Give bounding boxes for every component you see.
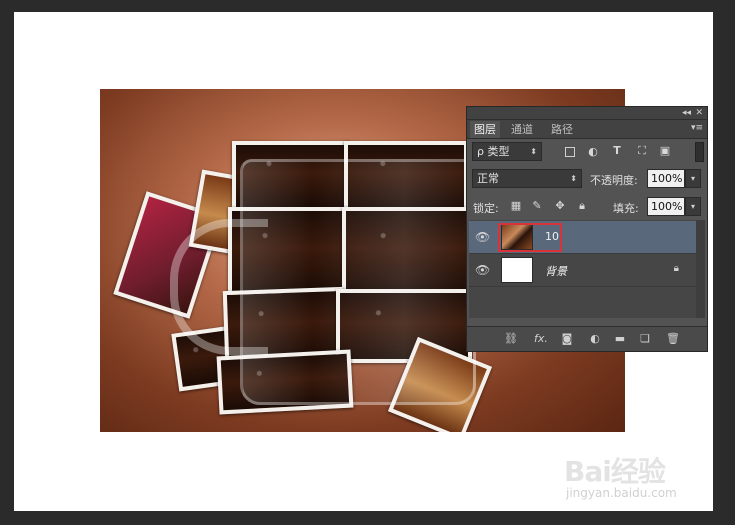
updown-arrow-icon: ⬍: [530, 147, 537, 156]
panel-titlebar: ◂◂ ✕: [467, 107, 707, 120]
tab-layers[interactable]: 图层: [470, 121, 500, 138]
updown-arrow-icon: ⬍: [570, 174, 577, 183]
layer-thumbnail[interactable]: [501, 257, 533, 283]
fill-dropdown-button[interactable]: ▾: [685, 197, 701, 216]
collapse-icon[interactable]: ◂◂: [682, 107, 691, 119]
photo-tile: [342, 207, 474, 297]
tab-channels[interactable]: 通道: [507, 121, 537, 138]
lock-label: 锁定:: [473, 202, 499, 215]
smart-object-icon[interactable]: ▣: [658, 144, 672, 158]
tabs-row: 图层 通道 路径 ▾≡: [467, 120, 707, 139]
fx-icon[interactable]: fx.: [531, 332, 551, 345]
filter-kind-select[interactable]: ρ 类型 ⬍: [472, 142, 542, 161]
shape-icon[interactable]: ⛶: [635, 144, 649, 158]
lock-position-icon[interactable]: ✥: [553, 199, 567, 213]
eye-icon[interactable]: 👁︎: [475, 230, 490, 244]
photo-tile: [232, 141, 350, 211]
close-icon[interactable]: ✕: [695, 107, 703, 119]
layers-bottom-toolbar: ⛓ fx. ◙ ◐ ▬ ❏ 🗑︎: [467, 326, 707, 351]
lock-transparent-icon[interactable]: ▦: [509, 199, 523, 213]
photo-tile: [228, 207, 346, 297]
watermark-url: jingyan.baidu.com: [566, 486, 677, 500]
lock-icon: 🔒︎: [673, 263, 679, 274]
trash-icon[interactable]: 🗑︎: [665, 332, 681, 345]
selection-highlight-box: [498, 223, 562, 252]
watermark-brand: Bai经验: [564, 455, 666, 488]
watermark: Bai经验 jingyan.baidu.com: [560, 446, 710, 506]
link-icon[interactable]: ⛓: [503, 332, 519, 345]
opacity-dropdown-button[interactable]: ▾: [685, 169, 701, 188]
group-folder-icon[interactable]: ▬: [612, 332, 628, 345]
photo-tile: [216, 349, 354, 415]
filter-toggle[interactable]: [695, 142, 704, 162]
blend-mode-value: 正常: [477, 172, 499, 185]
eye-icon[interactable]: 👁︎: [475, 263, 490, 277]
blend-mode-select[interactable]: 正常 ⬍: [472, 169, 582, 188]
filter-kind-label: ρ 类型: [477, 145, 510, 158]
mask-icon[interactable]: ◙: [559, 332, 575, 345]
adjustment-layer-icon[interactable]: ◐: [587, 332, 603, 345]
adjustment-icon[interactable]: ◐: [586, 145, 600, 159]
pixel-icon[interactable]: [565, 147, 575, 157]
tab-paths[interactable]: 路径: [547, 121, 577, 138]
opacity-input[interactable]: 100%: [647, 169, 685, 188]
new-layer-icon[interactable]: ❏: [637, 332, 653, 345]
type-icon[interactable]: T: [610, 144, 624, 158]
opacity-label: 不透明度:: [590, 174, 638, 187]
layer-row-background[interactable]: 👁︎ 背景 🔒︎: [469, 254, 697, 287]
layer-name[interactable]: 背景: [545, 263, 567, 279]
photo-tile: [344, 141, 468, 211]
lock-image-icon[interactable]: ✎: [530, 199, 544, 213]
lock-all-icon[interactable]: 🔒︎: [575, 199, 589, 213]
layers-scrollbar[interactable]: [696, 220, 705, 318]
panel-menu-icon[interactable]: ▾≡: [691, 123, 703, 133]
fill-label: 填充:: [613, 202, 639, 215]
fill-input[interactable]: 100%: [647, 197, 685, 216]
